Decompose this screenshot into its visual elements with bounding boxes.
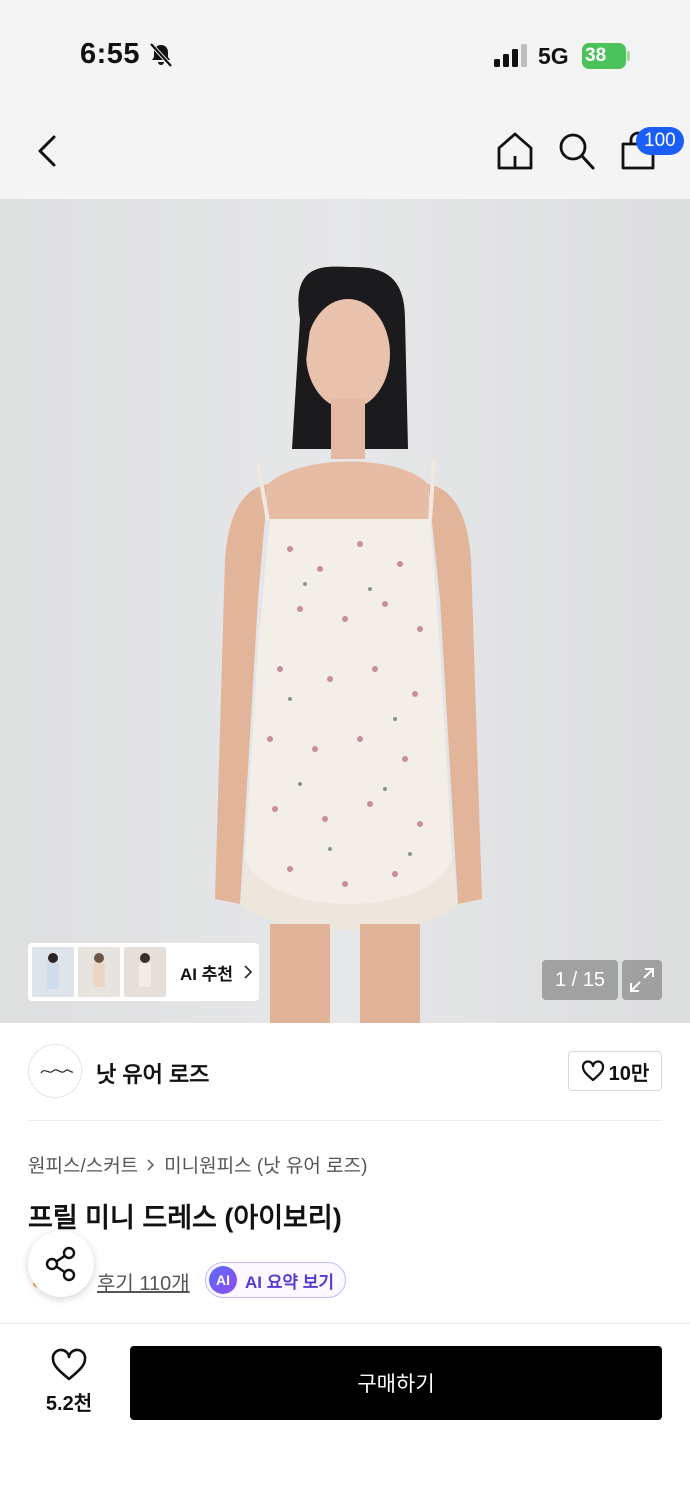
model-photo xyxy=(215,266,482,1023)
wishlist-count: 5.2천 xyxy=(45,1393,93,1415)
battery-icon: 38 xyxy=(582,43,630,69)
brand-like-count: 10만 xyxy=(608,1062,650,1085)
battery-level: 38 xyxy=(585,45,607,66)
recommendation-thumbnail[interactable] xyxy=(32,947,74,997)
buy-button[interactable]: 구매하기 xyxy=(130,1346,662,1420)
brand-logo[interactable] xyxy=(28,1044,82,1098)
breadcrumb-category[interactable]: 원피스/스커트 xyxy=(28,1151,138,1178)
brand-name[interactable]: 낫 유어 로즈 xyxy=(96,1057,209,1089)
heart-icon xyxy=(581,1060,604,1082)
search-icon[interactable] xyxy=(556,130,596,172)
status-bar: 6:55 5G 38 xyxy=(0,0,690,100)
divider xyxy=(28,1120,662,1121)
breadcrumb: 원피스/스커트 미니원피스 (낫 유어 로즈) xyxy=(28,1151,367,1178)
chevron-right-icon xyxy=(244,965,253,979)
product-title: 프릴 미니 드레스 (아이보리) xyxy=(28,1203,342,1233)
recommendation-thumbnail[interactable] xyxy=(78,947,120,997)
recommendation-thumbnail[interactable] xyxy=(124,947,166,997)
cart-count-badge: 100 xyxy=(636,127,684,155)
wishlist-button[interactable]: 5.2천 xyxy=(36,1347,102,1417)
expand-icon xyxy=(630,968,654,992)
image-page-counter: 1 / 15 xyxy=(542,960,618,1000)
status-time: 6:55 xyxy=(80,38,141,70)
breadcrumb-subcategory[interactable]: 미니원피스 (낫 유어 로즈) xyxy=(164,1151,367,1178)
expand-image-button[interactable] xyxy=(622,960,662,1000)
heart-icon xyxy=(51,1348,87,1381)
ai-recommendation-strip[interactable]: AI 추천 xyxy=(28,943,259,1001)
home-icon[interactable] xyxy=(494,130,536,172)
share-button[interactable] xyxy=(28,1231,94,1297)
product-image[interactable] xyxy=(0,199,690,1023)
bell-off-icon xyxy=(149,42,173,68)
ai-recommendation-label: AI 추천 xyxy=(180,964,234,984)
ai-badge: AI xyxy=(209,1266,237,1294)
chevron-right-icon xyxy=(147,1158,155,1171)
ai-summary-label: AI 요약 보기 xyxy=(245,1272,335,1292)
back-icon[interactable] xyxy=(30,131,66,171)
review-count-link[interactable]: 후기 110개 xyxy=(97,1267,190,1296)
cellular-signal-icon xyxy=(494,44,527,67)
share-icon xyxy=(45,1246,76,1282)
top-nav xyxy=(0,100,690,199)
network-type: 5G xyxy=(538,43,569,69)
ai-summary-button[interactable]: AI AI 요약 보기 xyxy=(205,1262,346,1298)
brand-like-button[interactable]: 10만 xyxy=(568,1051,662,1091)
